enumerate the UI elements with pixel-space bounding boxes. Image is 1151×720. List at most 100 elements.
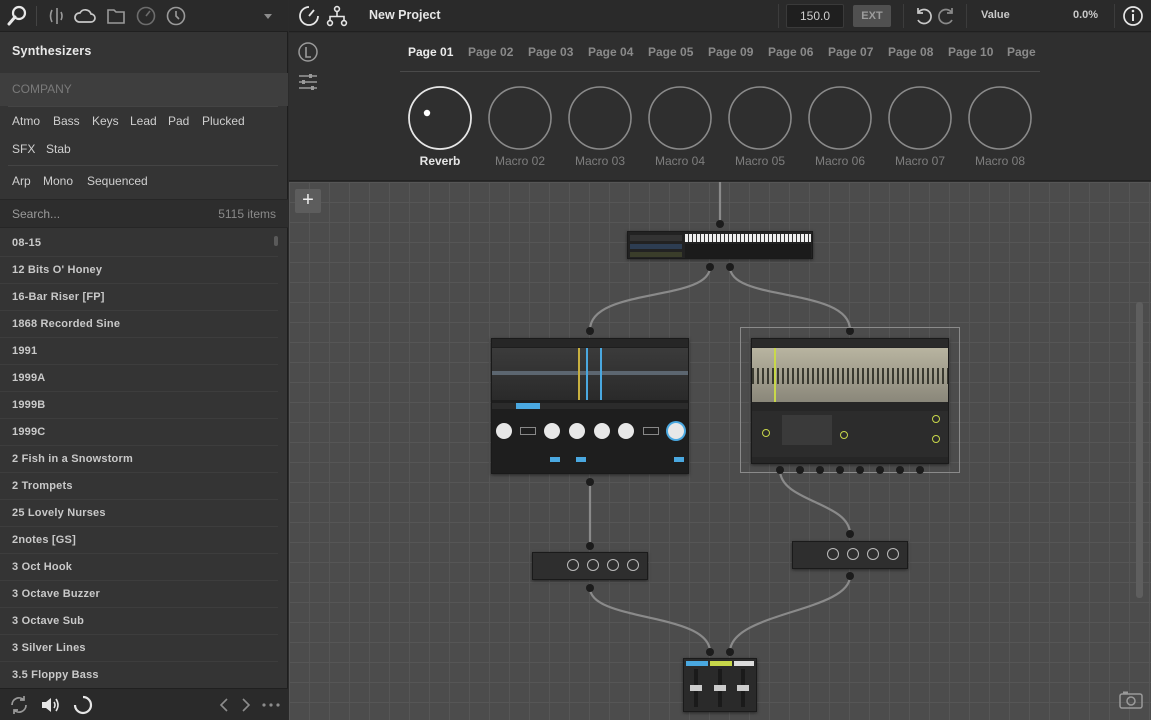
knob-icon[interactable] [887, 548, 899, 560]
port[interactable] [726, 263, 734, 271]
tag-plucked[interactable]: Plucked [202, 114, 245, 128]
port[interactable] [586, 584, 594, 592]
port[interactable] [846, 572, 854, 580]
tab-page-more[interactable]: Page [1007, 45, 1036, 59]
clock-icon[interactable] [164, 4, 188, 28]
list-item[interactable]: 3 Silver Lines [0, 635, 278, 662]
macro-knob-08[interactable]: Macro 08 [965, 85, 1035, 175]
tab-page-03[interactable]: Page 03 [528, 45, 573, 59]
port[interactable] [846, 530, 854, 538]
list-item[interactable]: 12 Bits O' Honey [0, 257, 278, 284]
dropdown-icon[interactable] [256, 4, 280, 28]
port[interactable] [716, 220, 724, 228]
sliders-icon[interactable] [296, 70, 320, 94]
fader-handle[interactable] [714, 685, 726, 691]
fader-handle[interactable] [690, 685, 702, 691]
list-item[interactable]: 2 Fish in a Snowstorm [0, 446, 278, 473]
port[interactable] [706, 263, 714, 271]
port[interactable] [876, 466, 884, 474]
list-item[interactable]: 3 Oct Hook [0, 554, 278, 581]
refresh-icon[interactable] [7, 693, 31, 717]
tab-page-02[interactable]: Page 02 [468, 45, 513, 59]
synth-module-blue[interactable] [491, 338, 689, 474]
graph-scrollbar[interactable] [1136, 302, 1143, 598]
list-item[interactable]: 08-15 [0, 230, 278, 257]
knob-icon[interactable] [847, 548, 859, 560]
list-item[interactable]: 1868 Recorded Sine [0, 311, 278, 338]
tuner-icon[interactable] [297, 4, 321, 28]
knob-icon[interactable] [668, 423, 684, 439]
port[interactable] [836, 466, 844, 474]
port[interactable] [896, 466, 904, 474]
port[interactable] [706, 648, 714, 656]
tab-page-06[interactable]: Page 06 [768, 45, 813, 59]
keyboard-module[interactable] [627, 231, 813, 259]
knob-icon[interactable] [594, 423, 610, 439]
port[interactable] [916, 466, 924, 474]
knob-icon[interactable] [618, 423, 634, 439]
ext-sync-button[interactable]: EXT [853, 5, 891, 27]
list-item[interactable]: 16-Bar Riser [FP] [0, 284, 278, 311]
knob-icon[interactable] [867, 548, 879, 560]
tab-page-09[interactable]: Page 09 [708, 45, 753, 59]
tag-atmo[interactable]: Atmo [12, 114, 40, 128]
tag-arp[interactable]: Arp [12, 174, 31, 188]
redo-icon[interactable] [935, 4, 959, 28]
tab-page-05[interactable]: Page 05 [648, 45, 693, 59]
list-item[interactable]: 25 Lovely Nurses [0, 500, 278, 527]
knob-icon[interactable] [567, 559, 579, 571]
tag-stab[interactable]: Stab [46, 142, 71, 156]
button[interactable] [643, 427, 659, 435]
tag-sfx[interactable]: SFX [12, 142, 35, 156]
tab-page-08[interactable]: Page 08 [888, 45, 933, 59]
lock-l-icon[interactable] [296, 40, 320, 64]
project-name[interactable]: New Project [369, 8, 441, 22]
undo-icon[interactable] [911, 4, 935, 28]
routing-icon[interactable] [325, 4, 349, 28]
tag-lead[interactable]: Lead [130, 114, 157, 128]
port[interactable] [586, 327, 594, 335]
port[interactable] [856, 466, 864, 474]
macro-knob-07[interactable]: Macro 07 [885, 85, 955, 175]
tag-bass[interactable]: Bass [53, 114, 80, 128]
search-input[interactable] [12, 206, 192, 222]
port[interactable] [776, 466, 784, 474]
tag-mono[interactable]: Mono [43, 174, 73, 188]
knob-icon[interactable] [607, 559, 619, 571]
list-scrollbar[interactable] [274, 236, 278, 246]
button[interactable] [520, 427, 536, 435]
port[interactable] [816, 466, 824, 474]
effect-module-left[interactable] [532, 552, 648, 580]
port[interactable] [796, 466, 804, 474]
fader-handle[interactable] [737, 685, 749, 691]
list-item[interactable]: 3 Octave Buzzer [0, 581, 278, 608]
list-item[interactable]: 3.5 Floppy Bass [0, 662, 278, 688]
macro-knob-05[interactable]: Macro 05 [725, 85, 795, 175]
port[interactable] [726, 648, 734, 656]
mixer-module[interactable] [683, 658, 757, 712]
knob-icon[interactable] [544, 423, 560, 439]
knob-icon[interactable] [496, 423, 512, 439]
more-icon[interactable] [259, 693, 283, 717]
tag-pad[interactable]: Pad [168, 114, 189, 128]
speaker-icon[interactable] [38, 693, 62, 717]
list-item[interactable]: 2 Trompets [0, 473, 278, 500]
macro-knob-02[interactable]: Macro 02 [485, 85, 555, 175]
tab-page-04[interactable]: Page 04 [588, 45, 633, 59]
list-item[interactable]: 3 Octave Sub [0, 608, 278, 635]
macro-knob-04[interactable]: Macro 04 [645, 85, 715, 175]
list-item[interactable]: 2notes [GS] [0, 527, 278, 554]
tag-keys[interactable]: Keys [92, 114, 119, 128]
add-module-button[interactable]: + [295, 189, 321, 213]
list-item[interactable]: 1999B [0, 392, 278, 419]
tempo-field[interactable]: 150.0 [786, 4, 844, 28]
knob-icon[interactable] [587, 559, 599, 571]
next-icon[interactable] [234, 693, 258, 717]
effect-module-right[interactable] [792, 541, 908, 569]
knob-icon[interactable] [827, 548, 839, 560]
routing-graph[interactable]: + [289, 182, 1151, 720]
tab-page-10[interactable]: Page 10 [948, 45, 993, 59]
list-item[interactable]: 1999A [0, 365, 278, 392]
camera-icon[interactable] [1119, 690, 1143, 710]
company-filter[interactable]: COMPANY [0, 73, 288, 106]
